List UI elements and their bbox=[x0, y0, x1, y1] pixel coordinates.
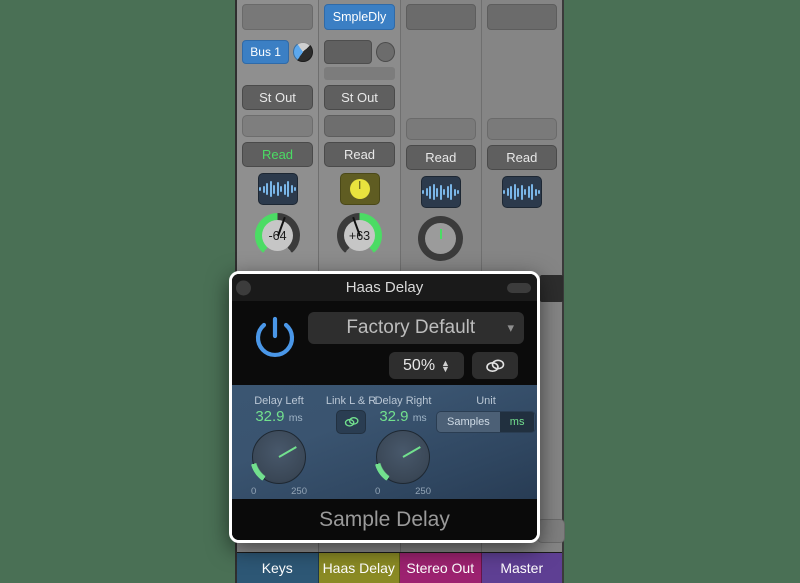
unit-option-samples[interactable]: Samples bbox=[437, 412, 500, 432]
send-level-knob[interactable] bbox=[375, 42, 395, 62]
send-row bbox=[324, 40, 395, 64]
automation-mode-button[interactable]: Read bbox=[486, 145, 557, 170]
waveform-bars bbox=[259, 180, 296, 198]
plugin-footer: Sample Delay bbox=[232, 499, 537, 540]
preset-name: Factory Default bbox=[346, 317, 476, 338]
waveform-icon[interactable] bbox=[257, 173, 298, 205]
delay-left-scale: 0 250 bbox=[251, 486, 307, 497]
delay-right-knob[interactable] bbox=[374, 428, 432, 486]
delay-left-value: 32.9 bbox=[255, 408, 285, 425]
pan-knob[interactable]: +63 bbox=[337, 213, 382, 258]
stepper-icon[interactable]: ▲ ▼ bbox=[441, 358, 450, 373]
waveform-bars bbox=[422, 183, 460, 201]
output-button[interactable]: St Out bbox=[324, 85, 395, 110]
delay-left-max: 250 bbox=[291, 486, 307, 497]
output-button[interactable]: St Out bbox=[242, 85, 313, 110]
chevron-down-icon: ▾ bbox=[507, 320, 514, 335]
send-row-empty bbox=[487, 40, 557, 66]
track-tab-haas-delay[interactable]: Haas Delay bbox=[318, 553, 400, 583]
link-button[interactable] bbox=[472, 352, 518, 379]
unit-toggle-group[interactable]: Samples ms bbox=[436, 411, 536, 433]
waveform-bars bbox=[503, 183, 541, 201]
group-slot[interactable] bbox=[242, 115, 313, 137]
delay-right-unit: ms bbox=[412, 412, 427, 424]
param-label: Delay Left bbox=[254, 395, 304, 407]
power-icon[interactable] bbox=[250, 313, 300, 363]
track-name-tabs: Keys Haas Delay Stereo Out Master bbox=[237, 552, 562, 583]
pan-knob-needle bbox=[439, 228, 442, 239]
unit-label: Unit bbox=[476, 395, 496, 407]
send-slot-empty-2[interactable] bbox=[324, 67, 395, 80]
track-tab-keys[interactable]: Keys bbox=[237, 553, 319, 583]
send-slot-empty bbox=[487, 70, 557, 83]
send-row: Bus 1 bbox=[242, 40, 313, 64]
zoom-value: 50% bbox=[403, 356, 436, 374]
preset-dropdown[interactable]: Factory Default ▾ bbox=[308, 312, 524, 344]
pan-knob[interactable]: -64 bbox=[255, 213, 300, 258]
send-slot-empty[interactable] bbox=[324, 40, 372, 64]
param-delay-left: Delay Left 32.9 ms 0 250 bbox=[240, 395, 318, 497]
plugin-title: Haas Delay bbox=[345, 279, 424, 296]
send-slot-empty bbox=[406, 70, 476, 83]
param-unit: Unit Samples ms bbox=[436, 395, 536, 433]
close-icon[interactable] bbox=[236, 280, 251, 295]
delay-left-unit: ms bbox=[288, 412, 303, 424]
output-slot-empty[interactable] bbox=[487, 88, 557, 113]
link-icon bbox=[344, 417, 359, 427]
send-level-knob[interactable] bbox=[293, 42, 313, 62]
plugin-window[interactable]: Haas Delay Factory Default ▾ 50% ▲ ▼ Del… bbox=[229, 271, 540, 543]
group-slot[interactable] bbox=[324, 115, 395, 137]
window-resize-icon[interactable] bbox=[507, 282, 531, 293]
metronome-icon[interactable] bbox=[339, 173, 380, 205]
param-label: Delay Right bbox=[374, 395, 432, 407]
background-slot bbox=[540, 275, 563, 302]
zoom-stepper[interactable]: 50% ▲ ▼ bbox=[389, 352, 464, 379]
delay-left-knob[interactable] bbox=[250, 428, 308, 486]
track-tab-stereo-out[interactable]: Stereo Out bbox=[400, 553, 482, 583]
plugin-title-bar[interactable]: Haas Delay bbox=[232, 274, 537, 301]
param-value: 32.9 ms bbox=[240, 408, 318, 427]
send-button-bus1[interactable]: Bus 1 bbox=[242, 40, 290, 64]
automation-mode-button[interactable]: Read bbox=[324, 142, 395, 167]
pan-knob[interactable] bbox=[418, 216, 464, 261]
send-row-empty bbox=[406, 40, 476, 66]
delay-left-min: 0 bbox=[251, 486, 257, 497]
delay-right-scale: 0 250 bbox=[375, 486, 431, 497]
plugin-parameter-area: Delay Left 32.9 ms 0 250 Link L & R Dela… bbox=[232, 385, 537, 499]
param-value: 32.9 ms bbox=[360, 408, 446, 427]
plugin-header: Factory Default ▾ 50% ▲ ▼ bbox=[232, 301, 537, 385]
waveform-icon[interactable] bbox=[420, 176, 461, 208]
insert-slot[interactable] bbox=[242, 4, 313, 30]
insert-slot-smpledly[interactable]: SmpleDly bbox=[324, 4, 395, 30]
send-slot-empty[interactable] bbox=[242, 67, 313, 80]
link-icon bbox=[486, 359, 505, 372]
delay-right-min: 0 bbox=[375, 486, 381, 497]
plugin-footer-label: Sample Delay bbox=[319, 508, 450, 531]
delay-right-max: 250 bbox=[415, 486, 431, 497]
unit-option-ms[interactable]: ms bbox=[499, 412, 535, 432]
track-tab-master[interactable]: Master bbox=[481, 553, 562, 583]
group-slot[interactable] bbox=[486, 118, 557, 140]
delay-right-value: 32.9 bbox=[379, 408, 409, 425]
insert-slot[interactable] bbox=[406, 4, 476, 30]
automation-mode-button[interactable]: Read bbox=[406, 145, 476, 170]
background-control bbox=[537, 519, 565, 543]
metronome-dial bbox=[349, 179, 370, 199]
automation-mode-button[interactable]: Read bbox=[242, 142, 313, 167]
group-slot[interactable] bbox=[406, 118, 476, 140]
param-delay-right: Delay Right 32.9 ms 0 250 bbox=[360, 395, 446, 497]
waveform-icon[interactable] bbox=[501, 176, 542, 208]
insert-slot[interactable] bbox=[486, 4, 557, 30]
output-slot-empty[interactable] bbox=[406, 88, 476, 113]
